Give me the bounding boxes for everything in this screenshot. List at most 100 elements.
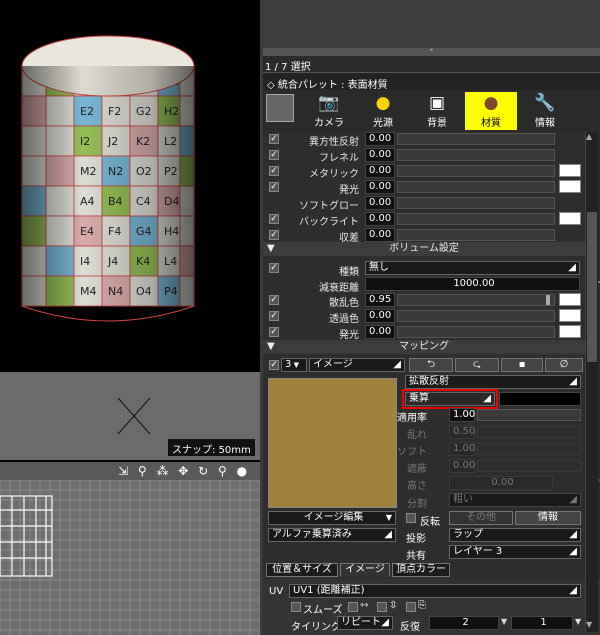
bottom-tab[interactable]: 位置＆サイズ xyxy=(266,563,338,577)
volume-checkbox[interactable]: ✓ xyxy=(269,295,279,305)
tiling-select[interactable]: リピート ◢ xyxy=(337,616,393,630)
surface-color-swatch[interactable] xyxy=(559,212,581,225)
mapping-layer-select[interactable]: 3 ▼ xyxy=(281,358,307,372)
volume-value[interactable]: 0.00 xyxy=(365,325,395,339)
flip-h-checkbox[interactable] xyxy=(348,602,358,612)
mapping-prop-value[interactable]: 0.00 xyxy=(449,459,475,473)
surface-value[interactable]: 0.00 xyxy=(365,196,395,210)
surface-value[interactable]: 0.00 xyxy=(365,164,395,178)
dropdown-icon: ◢ xyxy=(393,359,401,370)
mapping-prop-slider[interactable] xyxy=(477,460,581,472)
surface-value[interactable]: 0.00 xyxy=(365,148,395,162)
mapping-prop-slider[interactable] xyxy=(477,409,581,421)
surface-label: メタリック xyxy=(309,169,359,180)
redo-icon[interactable]: ⮎ xyxy=(455,358,499,372)
mapping-prop-slider[interactable] xyxy=(477,443,581,455)
repeat-x-stepper-icon[interactable]: ▼ xyxy=(501,617,507,626)
surface-slider[interactable] xyxy=(397,181,555,193)
grid-view[interactable]: ⇲ ⚲ ⁂ ✥ ↻ ⚲ ● xyxy=(0,462,260,635)
invert-checkbox[interactable] xyxy=(406,513,416,523)
mapping-prop-slider[interactable] xyxy=(477,426,581,438)
volume-slider[interactable] xyxy=(397,310,555,322)
mapping-enable-checkbox[interactable]: ✓ xyxy=(269,360,279,370)
smooth-checkbox[interactable] xyxy=(291,602,301,612)
mapping-prop-value[interactable]: 1.00 xyxy=(449,442,475,456)
surface-slider[interactable] xyxy=(397,133,555,145)
surface-checkbox[interactable]: ✓ xyxy=(269,230,279,240)
volume-color-swatch[interactable] xyxy=(559,309,581,322)
surface-value[interactable]: 0.00 xyxy=(365,132,395,146)
other-button[interactable]: その他 xyxy=(449,511,513,525)
surface-slider[interactable] xyxy=(397,197,555,209)
surface-checkbox[interactable]: ✓ xyxy=(269,182,279,192)
volume-color-swatch[interactable] xyxy=(559,325,581,338)
volume-section-header[interactable]: ▼ ボリューム設定 xyxy=(263,242,585,256)
texture-swatch[interactable] xyxy=(268,378,397,508)
volume-type-checkbox[interactable]: ✓ xyxy=(269,263,279,273)
volume-color-swatch[interactable] xyxy=(559,293,581,306)
surface-color-swatch[interactable] xyxy=(559,164,581,177)
tab-camera[interactable]: 📷 カメラ xyxy=(303,92,355,130)
mapping-type-select[interactable]: イメージ ◢ xyxy=(309,358,405,372)
view-tool-icons[interactable]: ⇲ ⚲ ⁂ ✥ ↻ ⚲ ● xyxy=(118,464,250,478)
volume-value[interactable]: 0.95 xyxy=(365,293,395,307)
info-button[interactable]: 情報 xyxy=(515,511,581,525)
tab-material[interactable]: ● 材質 xyxy=(465,92,517,130)
surface-checkbox[interactable]: ✓ xyxy=(269,214,279,224)
perspective-view[interactable]: A2B2C2D2E2F2G2H2I2J2K2L2M2N2O2P2A4B4C4D4… xyxy=(0,0,260,370)
volume-slider[interactable] xyxy=(397,294,555,306)
palette-scrollbar[interactable]: ▲ ▼ xyxy=(585,132,598,632)
decay-distance-field[interactable]: 1000.00 xyxy=(365,277,580,291)
undo-icon[interactable]: ⮌ xyxy=(409,358,453,372)
mapping-prop-value[interactable]: 0.00 xyxy=(449,476,553,490)
flip-v-checkbox[interactable] xyxy=(377,602,387,612)
material-preview-icon[interactable] xyxy=(266,94,294,122)
surface-checkbox[interactable]: ✓ xyxy=(269,150,279,160)
slider-thumb[interactable] xyxy=(546,295,550,305)
front-view[interactable]: スナップ: 50mm xyxy=(0,372,260,460)
copy-icon[interactable]: ▪ xyxy=(501,358,543,372)
volume-checkbox[interactable]: ✓ xyxy=(269,311,279,321)
surface-color-swatch[interactable] xyxy=(559,180,581,193)
image-edit-button[interactable]: イメージ編集 ▼ xyxy=(268,511,396,525)
surface-slider[interactable] xyxy=(397,213,555,225)
tab-wrench[interactable]: 🔧 情報 xyxy=(519,92,571,130)
surface-value[interactable]: 0.00 xyxy=(365,180,395,194)
mapping-section-header[interactable]: ▼ マッピング xyxy=(263,340,585,354)
volume-checkbox[interactable]: ✓ xyxy=(269,327,279,337)
share-select[interactable]: レイヤー 3 ◢ xyxy=(449,545,581,559)
surface-checkbox[interactable]: ✓ xyxy=(269,134,279,144)
delete-icon[interactable]: ∅ xyxy=(545,358,583,372)
mapping-prop-value[interactable]: 1.00 xyxy=(449,408,475,422)
surface-value[interactable]: 0.00 xyxy=(365,228,395,242)
tab-light[interactable]: ● 光源 xyxy=(357,92,409,130)
flip-vertical-icon: ⇳ xyxy=(389,600,398,611)
projection-select[interactable]: ラップ ◢ xyxy=(449,528,581,542)
split-select[interactable]: 粗い ◢ xyxy=(449,493,581,507)
bottom-tab[interactable]: 頂点カラー xyxy=(392,563,450,577)
blend-color-swatch[interactable] xyxy=(499,392,581,406)
surface-label: バックライト xyxy=(299,217,359,228)
surface-slider[interactable] xyxy=(397,149,555,161)
volume-type-select[interactable]: 無し ◢ xyxy=(365,261,580,275)
scroll-thumb[interactable] xyxy=(587,212,597,362)
repeat-x-field[interactable]: 2 xyxy=(429,616,499,630)
volume-slider[interactable] xyxy=(397,326,555,338)
surface-slider[interactable] xyxy=(397,165,555,177)
alpha-select[interactable]: アルファ乗算済み ◢ xyxy=(268,528,396,542)
mapping-channel-select[interactable]: 拡散反射 ◢ xyxy=(405,375,581,389)
uv-select[interactable]: UV1 (距離補正) ◢ xyxy=(289,584,581,598)
uv-label: UV xyxy=(269,586,284,597)
volume-value[interactable]: 0.00 xyxy=(365,309,395,323)
surface-slider[interactable] xyxy=(397,229,555,241)
bottom-tab[interactable]: イメージ xyxy=(340,563,390,577)
rotate-checkbox[interactable] xyxy=(406,602,416,612)
repeat-y-field[interactable]: 1 xyxy=(511,616,573,630)
repeat-y-stepper-icon[interactable]: ▼ xyxy=(575,617,581,626)
mapping-prop-value[interactable]: 0.50 xyxy=(449,425,475,439)
surface-checkbox[interactable]: ✓ xyxy=(269,166,279,176)
tab-background[interactable]: ▣ 背景 xyxy=(411,92,463,130)
drag-handle[interactable]: • xyxy=(263,47,600,56)
blend-mode-select[interactable]: 乗算 ◢ xyxy=(402,389,498,409)
surface-value[interactable]: 0.00 xyxy=(365,212,395,226)
